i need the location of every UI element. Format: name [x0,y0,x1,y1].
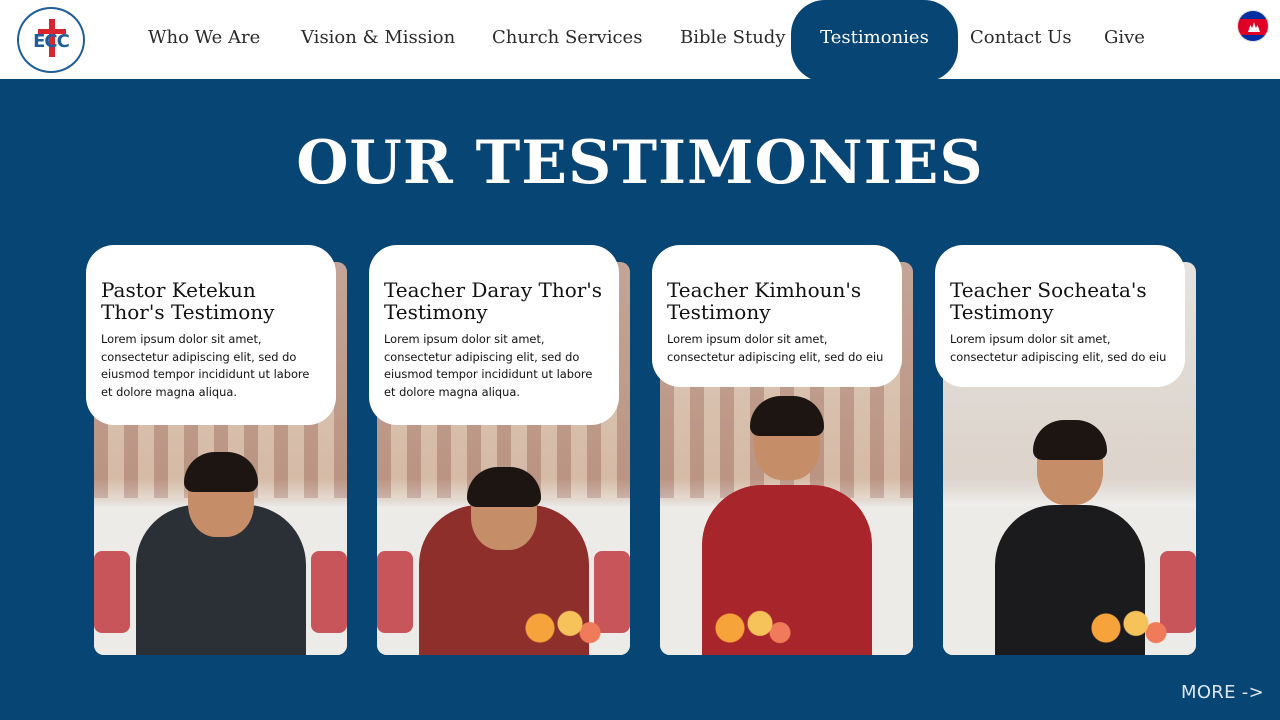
testimony-bubble: Teacher Kimhoun's Testimony Lorem ipsum … [652,245,902,387]
nav-vision-mission[interactable]: Vision & Mission [301,27,455,48]
flag-stripe-top [1238,11,1268,19]
nav-church-services[interactable]: Church Services [492,27,642,48]
cambodia-flag-icon[interactable] [1237,10,1269,42]
testimony-bubble: Teacher Socheata's Testimony Lorem ipsum… [935,245,1185,387]
photo-person-hair [183,452,258,492]
photo-pillow [311,551,347,633]
testimony-card[interactable]: Pastor Ketekun Thor's Testimony Lorem ip… [86,245,348,656]
nav-give[interactable]: Give [1104,27,1145,48]
nav-who-we-are[interactable]: Who We Are [148,27,260,48]
photo-person-hair [749,396,824,436]
photo-person-hair [466,467,541,507]
testimony-text: Lorem ipsum dolor sit amet, consectetur … [950,332,1167,364]
testimony-card[interactable]: Teacher Socheata's Testimony Lorem ipsum… [935,245,1197,656]
testimony-text: Lorem ipsum dolor sit amet, consectetur … [384,332,593,399]
testimony-card[interactable]: Teacher Kimhoun's Testimony Lorem ipsum … [652,245,914,656]
nav-testimonies[interactable]: Testimonies [791,0,958,82]
photo-person-hair [1032,420,1107,460]
photo-flowers [510,605,610,651]
testimony-card[interactable]: Teacher Daray Thor's Testimony Lorem ips… [369,245,631,656]
testimony-title: Pastor Ketekun Thor's Testimony [101,278,275,324]
testimony-text: Lorem ipsum dolor sit amet, consectetur … [101,332,310,399]
photo-flowers [1076,605,1176,651]
nav-testimonies-label: Testimonies [820,27,929,48]
testimony-text: Lorem ipsum dolor sit amet, consectetur … [667,332,884,364]
photo-flowers [700,605,800,651]
testimony-title: Teacher Socheata's Testimony [950,278,1147,324]
site-header: ECC Who We Are Vision & Mission Church S… [0,0,1280,82]
logo-text: ECC [33,31,70,52]
more-link[interactable]: MORE -> [1181,682,1264,703]
testimony-bubble: Pastor Ketekun Thor's Testimony Lorem ip… [86,245,336,425]
photo-pillow [377,551,413,633]
testimony-bubble: Teacher Daray Thor's Testimony Lorem ips… [369,245,619,425]
nav-bible-study[interactable]: Bible Study [680,27,786,48]
nav-contact-us[interactable]: Contact Us [970,27,1072,48]
flag-stripe-bottom [1238,35,1268,41]
photo-pillow [94,551,130,633]
church-logo[interactable]: ECC [17,7,85,73]
page-title: OUR TESTIMONIES [296,128,984,198]
testimony-title: Teacher Kimhoun's Testimony [667,278,862,324]
testimony-title: Teacher Daray Thor's Testimony [384,278,603,324]
